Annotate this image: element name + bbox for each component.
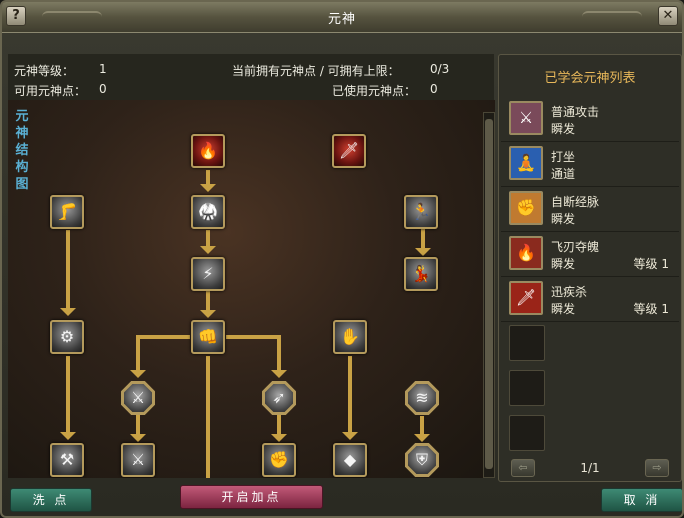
tree-scrollbar[interactable]: [483, 112, 495, 478]
node-glyph: 🏃: [411, 202, 431, 221]
available-points-label: 可用元神点：: [14, 84, 87, 98]
wash-points-button[interactable]: 洗 点: [10, 488, 92, 512]
arrows-icon[interactable]: ➶: [262, 381, 296, 415]
learned-skills-title: 已学会元神列表: [544, 71, 636, 86]
skill-row[interactable]: 🗡 迅疾杀 瞬发 等级 1: [501, 277, 679, 322]
title-ornament-right: [582, 11, 642, 23]
learned-skills-panel: 已学会元神列表 ⚔ 普通攻击 瞬发 🧘 打坐 通道 ✊ 自断经脉 瞬发 🔥 飞刃…: [498, 54, 682, 482]
node-glyph: ⚙: [59, 327, 75, 346]
node-glyph: 🔥: [198, 141, 218, 160]
skill-name: 自断经脉: [551, 195, 600, 209]
node-glyph: ✊: [269, 450, 289, 469]
window-title: 元神: [327, 12, 356, 27]
node-glyph: ➶: [272, 388, 286, 407]
skill-tree: 元神结构图 🔥 🗡 🦵 🥋 🏃 ⚡ 💃 ⚙ 👊 ✋ ⚔ ➶ ≋ ⚒ ⚔ ✊ ◆ …: [8, 100, 495, 478]
node-glyph: 🥋: [198, 202, 218, 221]
next-page-button[interactable]: ⇨: [645, 459, 669, 477]
owned-points-label: 当前拥有元神点 / 可拥有上限：: [232, 64, 400, 78]
skill-cast-type: 瞬发: [551, 257, 576, 271]
node-glyph: 👊: [198, 327, 218, 346]
skill-name: 迅疾杀: [551, 285, 588, 299]
tree-side-label: 元神结构图: [15, 109, 29, 192]
skill-row[interactable]: ✊ 自断经脉 瞬发: [501, 187, 679, 232]
skill-name: 飞刃夺魄: [551, 240, 600, 254]
skill-glyph: 🗡: [515, 288, 537, 307]
node-glyph: ⚒: [59, 450, 75, 469]
node-glyph: 🦵: [57, 202, 77, 221]
owned-points-value: 0/3: [430, 62, 450, 76]
used-points-value: 0: [430, 82, 438, 96]
claw-icon[interactable]: ✋: [333, 320, 367, 354]
level-label: 元神等级：: [14, 64, 75, 78]
red-blade-icon[interactable]: 🗡: [332, 134, 366, 168]
strike-icon[interactable]: 👊: [191, 320, 225, 354]
cancel-button[interactable]: 取 消: [601, 488, 682, 512]
fighter-icon[interactable]: 🥋: [191, 195, 225, 229]
skill-cast-type: 瞬发: [551, 302, 576, 316]
node-glyph: ✋: [340, 327, 360, 346]
skill-cast-type: 瞬发: [551, 122, 576, 136]
skill-glyph: 🧘: [516, 153, 536, 172]
skill-row[interactable]: 🔥 飞刃夺魄 瞬发 等级 1: [501, 232, 679, 277]
fist-icon[interactable]: ✊: [262, 443, 296, 477]
skill-glyph: ✊: [516, 198, 536, 217]
skill-cast-type: 通道: [551, 167, 576, 181]
yuanshen-window: ? 元神 ✕ 元神等级： 1 可用元神点： 0 当前拥有元神点 / 可拥有上限：…: [0, 0, 684, 518]
empty-skill-slot[interactable]: [509, 325, 545, 361]
runner-icon[interactable]: 🏃: [404, 195, 438, 229]
used-points-label: 已使用元神点：: [332, 84, 417, 98]
crossed-swords-icon[interactable]: ⚔: [121, 381, 155, 415]
kick-icon[interactable]: 🦵: [50, 195, 84, 229]
flying-blade-icon[interactable]: 🔥: [509, 236, 543, 270]
rock-icon[interactable]: ◆: [333, 443, 367, 477]
shield-icon[interactable]: ⛨: [405, 443, 439, 477]
blades-icon[interactable]: ⚔: [121, 443, 155, 477]
skill-row[interactable]: 🧘 打坐 通道: [501, 142, 679, 187]
empty-skill-slot[interactable]: [509, 370, 545, 406]
level-value: 1: [99, 62, 107, 76]
ring-icon[interactable]: ⚙: [50, 320, 84, 354]
meditation-icon[interactable]: 🧘: [509, 146, 543, 180]
node-glyph: ⚔: [130, 388, 146, 407]
sacrifice-icon[interactable]: ✊: [509, 191, 543, 225]
node-glyph: ⛨: [415, 450, 428, 469]
skill-row[interactable]: ⚔ 普通攻击 瞬发: [501, 97, 679, 142]
skill-glyph: 🔥: [516, 243, 536, 262]
start-allocate-button[interactable]: 开启加点: [180, 485, 323, 509]
skill-name: 打坐: [551, 150, 576, 164]
pager: ⇦ 1/1 ⇨: [499, 455, 681, 481]
empty-skill-slot[interactable]: [509, 415, 545, 451]
node-glyph: ⚔: [130, 450, 146, 469]
skill-level: 等级 1: [633, 302, 669, 316]
swift-kill-icon[interactable]: 🗡: [509, 281, 543, 315]
flame-beast-icon[interactable]: 🔥: [191, 134, 225, 168]
skill-name: 普通攻击: [551, 105, 600, 119]
node-glyph: 🗡: [338, 141, 360, 160]
title-bar[interactable]: ? 元神 ✕: [2, 2, 682, 33]
dancer-icon[interactable]: 💃: [404, 257, 438, 291]
available-points-value: 0: [99, 82, 107, 96]
scythe-icon[interactable]: ⚒: [50, 443, 84, 477]
lightning-icon[interactable]: ⚡: [191, 257, 225, 291]
node-glyph: ⚡: [202, 264, 214, 283]
tree-scrollbar-thumb[interactable]: [485, 119, 493, 469]
skill-glyph: ⚔: [518, 108, 534, 127]
node-glyph: 💃: [411, 264, 431, 283]
node-glyph: ◆: [343, 450, 357, 469]
skill-cast-type: 瞬发: [551, 212, 576, 226]
wave-icon[interactable]: ≋: [405, 381, 439, 415]
crossed-blades-icon[interactable]: ⚔: [509, 101, 543, 135]
close-button[interactable]: ✕: [658, 6, 678, 26]
skill-level: 等级 1: [633, 257, 669, 271]
node-glyph: ≋: [415, 388, 429, 407]
